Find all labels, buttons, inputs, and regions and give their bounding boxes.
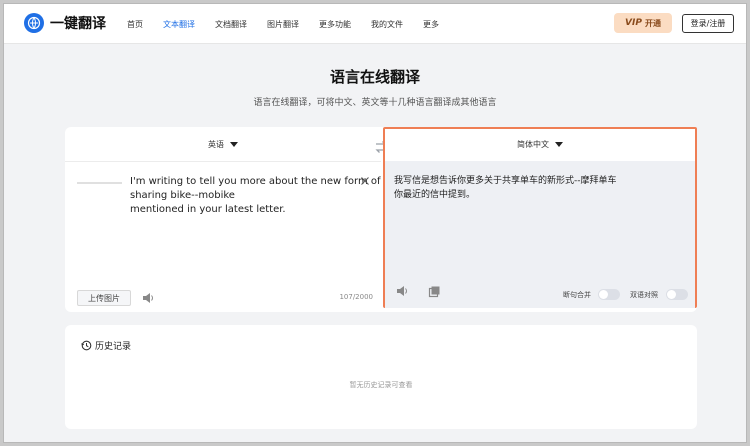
chevron-down-icon [555, 142, 563, 147]
history-title: 历史记录 [95, 342, 132, 352]
logo[interactable]: 一键翻译 [24, 13, 106, 33]
target-output-text: 我写信是想告诉你更多关于共享单车的新形式--摩拜单车 你最近的信中提到。 [394, 174, 684, 202]
page-subtitle: 语言在线翻译，可将中文、英文等十几种语言翻译成其他语言 [253, 98, 497, 108]
vip-label: VIP [625, 18, 642, 28]
history-section: 历史记录 暂无历史记录可查看 [65, 325, 697, 429]
image-thumbnail-placeholder [77, 182, 122, 184]
source-line: sharing bike--mobike [130, 190, 235, 201]
bilingual-label: 双语对照 [630, 291, 658, 299]
copy-icon[interactable] [428, 285, 441, 298]
nav-document-translate[interactable]: 文档翻译 [215, 19, 247, 30]
history-header: 历史记录 [81, 339, 131, 352]
target-line: 你最近的信中提到。 [394, 190, 476, 200]
translator-card: 英语 I'm writing to tell you more about th… [65, 127, 697, 312]
source-textarea[interactable]: I'm writing to tell you more about the n… [130, 175, 381, 217]
sentence-merge-label: 断句合并 [563, 291, 591, 299]
vip-open-button[interactable]: VIP 开通 [614, 13, 672, 33]
character-count: 107/2000 [339, 293, 373, 301]
page-title: 语言在线翻译 [329, 68, 420, 86]
vip-action-label: 开通 [644, 18, 661, 28]
history-icon [81, 340, 92, 351]
sentence-merge-toggle[interactable] [598, 289, 620, 300]
main-nav: 首页 文本翻译 文档翻译 图片翻译 更多功能 我的文件 更多 [127, 4, 459, 44]
divider [65, 161, 381, 162]
nav-my-files[interactable]: 我的文件 [371, 19, 403, 30]
target-language-label: 简体中文 [517, 140, 549, 149]
bilingual-toggle[interactable] [666, 289, 688, 300]
speaker-icon[interactable] [395, 284, 409, 298]
source-line: I'm writing to tell you more about the n… [130, 176, 381, 187]
nav-more[interactable]: 更多 [423, 19, 439, 30]
toggle-knob [599, 290, 608, 299]
nav-home[interactable]: 首页 [127, 19, 143, 30]
source-language-select[interactable]: 英语 [65, 139, 381, 150]
nav-text-translate[interactable]: 文本翻译 [163, 19, 195, 30]
target-language-select[interactable]: 简体中文 [385, 139, 695, 150]
nav-image-translate[interactable]: 图片翻译 [267, 19, 299, 30]
target-panel: 简体中文 我写信是想告诉你更多关于共享单车的新形式--摩拜单车 你最近的信中提到… [383, 127, 697, 308]
source-line: mentioned in your latest letter. [130, 204, 286, 215]
login-register-button[interactable]: 登录/注册 [682, 14, 734, 33]
nav-more-features[interactable]: 更多功能 [319, 19, 351, 30]
toggle-knob [667, 290, 676, 299]
source-language-label: 英语 [208, 140, 224, 149]
logo-icon [24, 13, 44, 33]
upload-image-button[interactable]: 上传图片 [77, 290, 131, 306]
speaker-icon[interactable] [141, 291, 155, 305]
chevron-down-icon [230, 142, 238, 147]
close-icon[interactable] [360, 176, 370, 186]
top-header: 一键翻译 首页 文本翻译 文档翻译 图片翻译 更多功能 我的文件 更多 VIP … [4, 4, 746, 44]
app-frame: 一键翻译 首页 文本翻译 文档翻译 图片翻译 更多功能 我的文件 更多 VIP … [3, 3, 747, 443]
logo-text: 一键翻译 [50, 16, 106, 32]
target-line: 我写信是想告诉你更多关于共享单车的新形式--摩拜单车 [394, 176, 617, 186]
history-empty-message: 暂无历史记录可查看 [349, 381, 413, 389]
